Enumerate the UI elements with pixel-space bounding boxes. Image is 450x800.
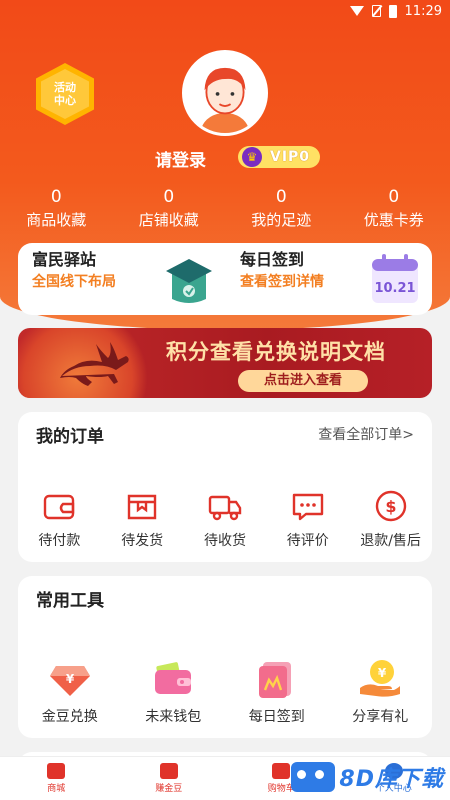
status-time: 11:29 xyxy=(404,3,442,19)
tool-label: 每日签到 xyxy=(248,709,305,725)
tool-label: 分享有礼 xyxy=(352,709,409,725)
order-pending-receipt[interactable]: 待收货 xyxy=(184,488,267,550)
activity-badge-line1: 活动 xyxy=(54,81,76,94)
orders-title: 我的订单 xyxy=(36,427,104,447)
status-bar: 11:29 xyxy=(0,0,450,22)
stat-value: 0 xyxy=(275,187,287,207)
avatar-face-icon xyxy=(185,53,265,133)
stat-value: 0 xyxy=(50,187,62,207)
station-subtitle: 全国线下布局 xyxy=(32,274,116,290)
activity-center-button[interactable]: 活动 中心 xyxy=(36,63,94,125)
banner-title: 积分查看兑换说明文档 xyxy=(166,340,386,364)
banner-enter-button[interactable]: 点击进入查看 xyxy=(238,370,368,392)
comment-icon xyxy=(292,493,323,521)
stat-value: 0 xyxy=(163,187,175,207)
crown-icon: ♛ xyxy=(242,147,262,167)
cart-icon xyxy=(272,763,291,779)
points-banner[interactable]: 积分查看兑换说明文档 点击进入查看 xyxy=(18,328,432,398)
stat-value: 0 xyxy=(388,187,400,207)
station-entry[interactable]: 富民驿站 全国线下布局 xyxy=(32,249,116,293)
vip-level: VIP0 xyxy=(270,149,311,165)
tool-label: 未来钱包 xyxy=(145,709,202,725)
tab-earn-beans[interactable]: 赚金豆 xyxy=(113,757,226,800)
signin-subtitle: 查看签到详情 xyxy=(240,274,324,290)
signin-entry[interactable]: 每日签到 查看签到详情 xyxy=(240,249,324,293)
stat-footprints[interactable]: 0 我的足迹 xyxy=(225,186,338,231)
tab-label: 赚金豆 xyxy=(155,784,183,794)
calendar-date: 10.21 xyxy=(374,281,415,296)
activity-badge-line2: 中心 xyxy=(54,94,76,107)
order-pending-review[interactable]: 待评价 xyxy=(266,488,349,550)
stat-label: 优惠卡券 xyxy=(363,211,424,229)
order-label: 退款/售后 xyxy=(360,533,421,549)
tool-bean-exchange[interactable]: ¥ 金豆兑换 xyxy=(18,656,122,726)
stat-label: 店铺收藏 xyxy=(138,211,199,229)
stat-label: 商品收藏 xyxy=(26,211,87,229)
tool-share-gift[interactable]: ¥ 分享有礼 xyxy=(329,656,433,726)
battery-icon xyxy=(388,4,397,18)
wallet-icon xyxy=(44,494,75,520)
rabbit-icon xyxy=(60,342,129,386)
signin-icon xyxy=(258,662,291,698)
watermark-logo-icon xyxy=(291,762,336,792)
tools-card: 常用工具 ¥ 金豆兑换 未来钱包 每日签到 ¥ 分享有礼 xyxy=(18,576,432,738)
tool-future-wallet[interactable]: 未来钱包 xyxy=(122,656,226,726)
refund-icon: $ xyxy=(375,490,406,522)
station-title: 富民驿站 xyxy=(32,250,97,269)
watermark: 8D库下载 xyxy=(291,758,444,796)
order-label: 待评价 xyxy=(286,533,329,549)
bean-exchange-icon: ¥ xyxy=(49,666,90,696)
wallet-icon xyxy=(155,662,192,694)
order-refund[interactable]: $ 退款/售后 xyxy=(349,488,432,550)
share-gift-icon: ¥ xyxy=(360,660,401,697)
vip-badge[interactable]: ♛ VIP0 xyxy=(238,146,320,168)
stat-label: 我的足迹 xyxy=(251,211,312,229)
no-sim-icon xyxy=(371,5,381,17)
login-link[interactable]: 请登录 xyxy=(155,146,206,171)
tab-mall[interactable]: 商城 xyxy=(0,757,113,800)
calendar-icon: 10.21 xyxy=(372,254,418,303)
order-pending-payment[interactable]: 待付款 xyxy=(18,488,101,550)
tools-title: 常用工具 xyxy=(36,591,104,611)
tool-daily-signin[interactable]: 每日签到 xyxy=(225,656,329,726)
order-pending-shipment[interactable]: 待发货 xyxy=(101,488,184,550)
svg-text:¥: ¥ xyxy=(66,672,75,686)
bag-icon xyxy=(159,763,178,779)
svg-text:¥: ¥ xyxy=(378,666,387,680)
stat-product-favorites[interactable]: 0 商品收藏 xyxy=(0,186,113,231)
svg-text:$: $ xyxy=(385,497,396,516)
wifi-icon xyxy=(349,6,364,16)
orders-card: 我的订单 查看全部订单> 待付款 待发货 待收货 待评价 $ 退款/售后 xyxy=(18,412,432,562)
promo-card: 富民驿站 全国线下布局 每日签到 查看签到详情 10.21 xyxy=(18,243,432,315)
graduation-cap-icon xyxy=(166,259,212,303)
stat-shop-favorites[interactable]: 0 店铺收藏 xyxy=(113,186,226,231)
package-icon xyxy=(127,494,157,520)
stat-coupons[interactable]: 0 优惠卡券 xyxy=(338,186,450,231)
order-label: 待付款 xyxy=(38,533,81,549)
watermark-text: 8D库下载 xyxy=(339,767,444,792)
tab-label: 商城 xyxy=(47,784,66,794)
truck-icon xyxy=(208,495,242,521)
avatar[interactable] xyxy=(182,50,268,136)
order-label: 待收货 xyxy=(203,533,246,549)
view-all-orders-link[interactable]: 查看全部订单> xyxy=(318,424,414,444)
order-label: 待发货 xyxy=(121,533,164,549)
signin-title: 每日签到 xyxy=(240,250,305,269)
shop-icon xyxy=(47,763,66,779)
tool-label: 金豆兑换 xyxy=(41,709,98,725)
stats-row: 0 商品收藏 0 店铺收藏 0 我的足迹 0 优惠卡券 xyxy=(0,186,450,231)
